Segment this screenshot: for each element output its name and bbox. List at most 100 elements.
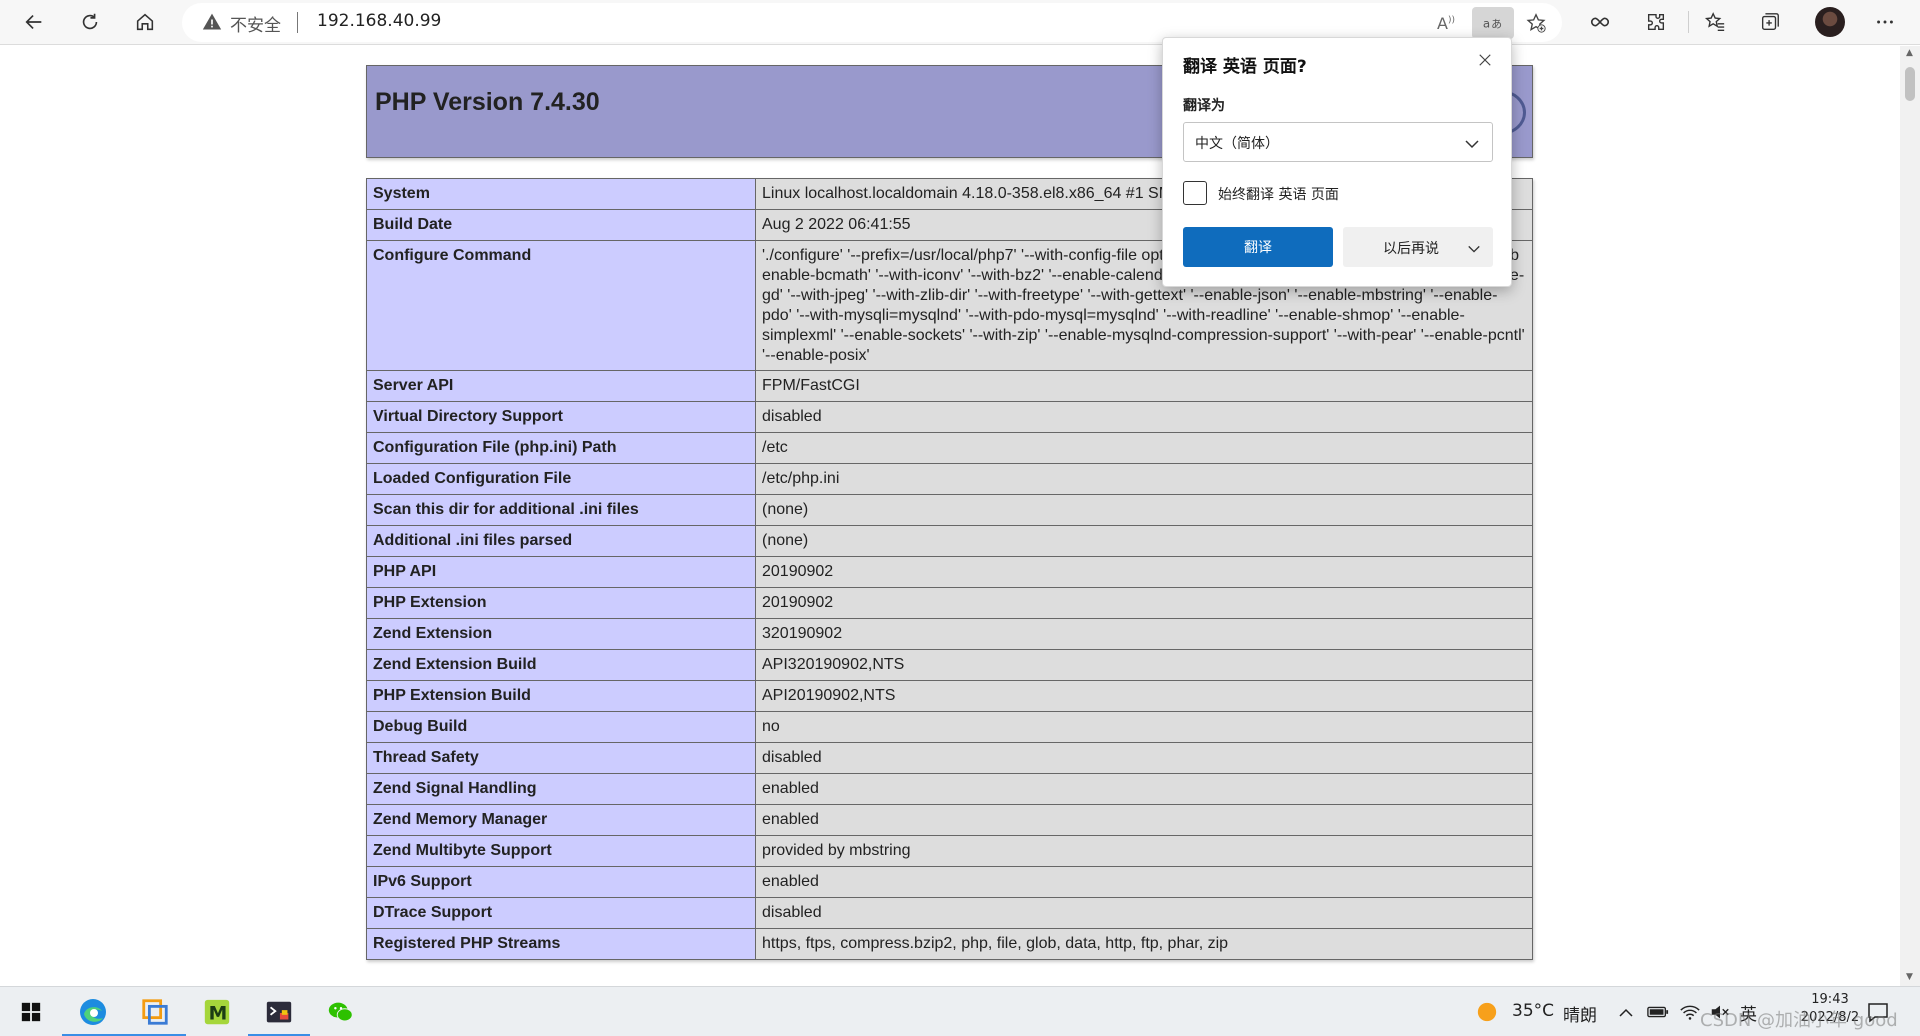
row-key: Virtual Directory Support xyxy=(366,401,756,433)
address-separator xyxy=(297,12,298,33)
row-key: Loaded Configuration File xyxy=(366,463,756,495)
close-button[interactable] xyxy=(1473,48,1497,72)
browser-toolbar: 不安全 192.168.40.99 A)) aあ xyxy=(0,0,1920,45)
table-row: Zend Extension 320190902 xyxy=(366,618,1533,650)
table-row: Server API FPM/FastCGI xyxy=(366,370,1533,402)
table-row: Registered PHP Streams https, ftps, compr… xyxy=(366,928,1533,960)
collections-icon xyxy=(1761,13,1779,31)
weather-temp[interactable]: 35°C xyxy=(1512,1001,1554,1021)
table-row: Zend Signal Handling enabled xyxy=(366,773,1533,805)
row-value: 320190902 xyxy=(755,618,1533,650)
row-key: Thread Safety xyxy=(366,742,756,774)
row-value: /etc/php.ini xyxy=(755,463,1533,495)
php-info-table: System Linux localhost.localdomain 4.18.0… xyxy=(366,178,1533,960)
refresh-icon xyxy=(82,13,98,30)
mobaxterm-icon: M xyxy=(204,999,230,1025)
row-key: Build Date xyxy=(366,209,756,241)
warning-icon xyxy=(202,13,222,30)
row-key: PHP Extension xyxy=(366,587,756,619)
row-key: Registered PHP Streams xyxy=(366,928,756,960)
terminal-app-icon xyxy=(266,1001,292,1023)
infinity-icon xyxy=(1590,17,1610,27)
weather-desc[interactable]: 晴朗 xyxy=(1563,1001,1597,1026)
taskbar-vmware[interactable] xyxy=(124,987,186,1036)
more-button[interactable] xyxy=(1865,4,1905,40)
wechat-icon xyxy=(328,1002,353,1022)
scrollbar-thumb[interactable] xyxy=(1905,67,1915,101)
infinity-button[interactable] xyxy=(1580,4,1620,40)
close-icon xyxy=(1479,54,1491,66)
always-translate-checkbox[interactable] xyxy=(1183,181,1207,205)
table-row: PHP API 20190902 xyxy=(366,556,1533,588)
target-language-select[interactable]: 中文（简体） xyxy=(1183,122,1493,162)
page-viewport: PHP Version 7.4.30 System Linux localhost… xyxy=(0,46,1900,986)
back-icon xyxy=(25,14,42,30)
table-row: Configuration File (php.ini) Path/etc xyxy=(366,432,1533,464)
translate-confirm-button[interactable]: 翻译 xyxy=(1183,227,1333,267)
taskbar-terminal[interactable] xyxy=(248,987,310,1036)
more-icon xyxy=(1877,20,1893,24)
taskbar-mobaxterm[interactable]: M xyxy=(186,987,248,1036)
row-key: PHP API xyxy=(366,556,756,588)
svg-text:あ: あ xyxy=(1491,18,1502,31)
chevron-up-icon[interactable] xyxy=(1618,1005,1634,1021)
table-row: Scan this dir for additional .ini files(… xyxy=(366,494,1533,526)
row-value: disabled xyxy=(755,897,1533,929)
security-label[interactable]: 不安全 xyxy=(230,11,281,36)
add-favorite-icon xyxy=(1526,13,1546,33)
profile-avatar[interactable] xyxy=(1815,7,1845,37)
taskbar-edge[interactable] xyxy=(62,987,124,1036)
url-text[interactable]: 192.168.40.99 xyxy=(317,11,441,31)
translate-button[interactable]: aあ xyxy=(1472,7,1514,39)
chevron-down-icon xyxy=(1468,245,1480,253)
row-key: Configuration File (php.ini) Path xyxy=(366,432,756,464)
row-key: PHP Extension Build xyxy=(366,680,756,712)
table-row: Debug Build no xyxy=(366,711,1533,743)
table-row: PHP Extension Build API20190902,NTS xyxy=(366,680,1533,712)
row-value: 20190902 xyxy=(755,587,1533,619)
wifi-icon[interactable] xyxy=(1679,1002,1701,1022)
page-title: PHP Version 7.4.30 xyxy=(375,88,600,116)
svg-text:a: a xyxy=(1483,17,1490,31)
not-now-label: 以后再说 xyxy=(1383,241,1439,257)
row-key: Zend Memory Manager xyxy=(366,804,756,836)
row-key: Scan this dir for additional .ini files xyxy=(366,494,756,526)
extensions-button[interactable] xyxy=(1636,4,1676,40)
table-row: Loaded Configuration File/etc/php.ini xyxy=(366,463,1533,495)
add-favorite-button[interactable] xyxy=(1522,9,1550,37)
read-aloud-button[interactable]: A)) xyxy=(1432,9,1460,37)
home-button[interactable] xyxy=(125,4,165,40)
row-value: FPM/FastCGI xyxy=(755,370,1533,402)
csdn-watermark: CSDN @加油小年 good xyxy=(1700,1010,1898,1031)
vmware-icon xyxy=(142,999,168,1025)
row-value: (none) xyxy=(755,494,1533,526)
row-key: Zend Extension xyxy=(366,618,756,650)
collections-button[interactable] xyxy=(1750,4,1790,40)
target-language-value: 中文（简体） xyxy=(1195,136,1279,152)
page-scrollbar[interactable]: ▲ ▼ xyxy=(1900,46,1920,986)
row-value: API320190902,NTS xyxy=(755,649,1533,681)
table-row: Zend Multibyte Support provided by mbstri… xyxy=(366,835,1533,867)
row-value: no xyxy=(755,711,1533,743)
row-value: enabled xyxy=(755,804,1533,836)
chevron-down-icon xyxy=(1465,140,1479,149)
row-key: Server API xyxy=(366,370,756,402)
row-value: 20190902 xyxy=(755,556,1533,588)
start-button[interactable] xyxy=(0,987,62,1036)
row-value: disabled xyxy=(755,742,1533,774)
row-key: Additional .ini files parsed xyxy=(366,525,756,557)
row-key: DTrace Support xyxy=(366,897,756,929)
weather-sun-icon xyxy=(1477,1002,1497,1022)
battery-icon[interactable] xyxy=(1647,1004,1669,1020)
svg-text:M: M xyxy=(209,1004,228,1025)
not-now-button[interactable]: 以后再说 xyxy=(1343,227,1493,267)
table-row: Zend Extension Build API320190902,NTS xyxy=(366,649,1533,681)
scroll-down-icon[interactable]: ▼ xyxy=(1906,972,1913,982)
table-row: DTrace Support disabled xyxy=(366,897,1533,929)
back-button[interactable] xyxy=(14,4,54,40)
scroll-up-icon[interactable]: ▲ xyxy=(1906,48,1913,58)
table-row: Additional .ini files parsed (none) xyxy=(366,525,1533,557)
taskbar-wechat[interactable] xyxy=(310,987,372,1036)
favorites-button[interactable] xyxy=(1695,4,1735,40)
refresh-button[interactable] xyxy=(70,4,110,40)
